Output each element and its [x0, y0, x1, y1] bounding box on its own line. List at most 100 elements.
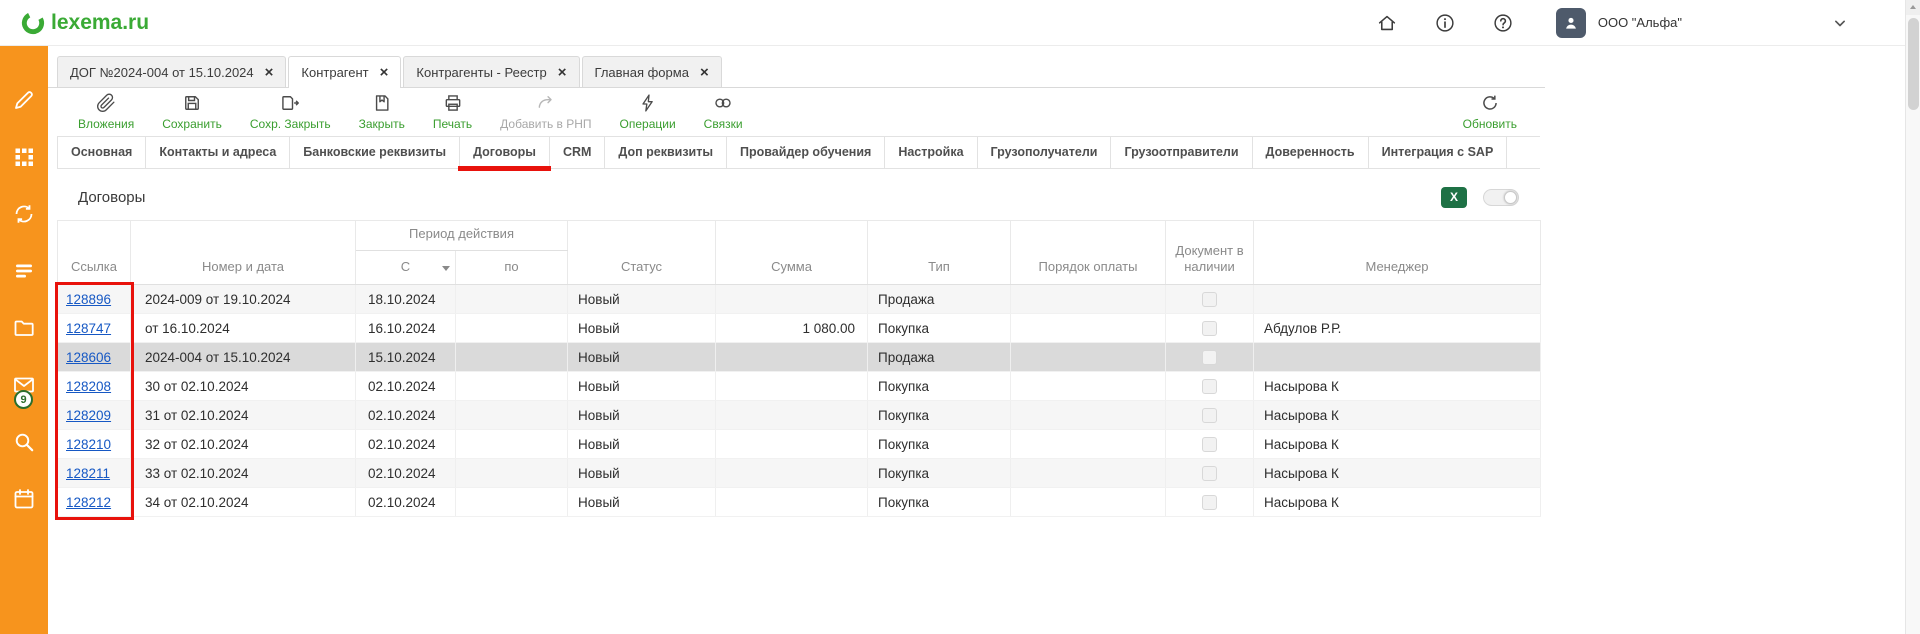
tab-close-icon[interactable]: × — [265, 65, 274, 80]
table-settings-toggle[interactable] — [1483, 189, 1519, 206]
sidebar-item-reports[interactable] — [12, 259, 36, 283]
column-header-type[interactable]: Тип — [868, 221, 1011, 285]
subtab[interactable]: Доп реквизиты — [605, 137, 727, 168]
contract-link[interactable]: 128210 — [66, 437, 111, 452]
contract-link[interactable]: 128747 — [66, 321, 111, 336]
toolbar-button-add-to-rnp[interactable]: Добавить в РНП — [486, 93, 605, 131]
sidebar-item-search[interactable] — [12, 430, 36, 454]
tab-close-icon[interactable]: × — [558, 65, 567, 80]
column-header-manager[interactable]: Менеджер — [1254, 221, 1541, 285]
close-doc-icon — [372, 93, 392, 113]
toolbar-button-refresh[interactable]: Обновить — [1449, 93, 1531, 131]
toolbar-button-label: Печать — [433, 117, 472, 131]
doc-available-checkbox[interactable] — [1202, 466, 1217, 481]
column-header-doc-available[interactable]: Документ в наличии — [1166, 221, 1254, 285]
contract-link[interactable]: 128209 — [66, 408, 111, 423]
subtab[interactable]: Настройка — [885, 137, 977, 168]
lexema-logo[interactable]: lexema.ru — [20, 10, 149, 36]
toolbar-button-operations[interactable]: Операции — [606, 93, 690, 131]
document-tab[interactable]: ДОГ №2024-004 от 15.10.2024× — [57, 56, 286, 87]
avatar[interactable] — [1556, 8, 1586, 38]
doc-available-checkbox[interactable] — [1202, 437, 1217, 452]
info-icon[interactable] — [1434, 12, 1456, 34]
cell-number: 31 от 02.10.2024 — [131, 401, 356, 430]
toolbar-button-links[interactable]: Связки — [690, 93, 757, 131]
subtab[interactable]: Грузоотправители — [1111, 137, 1252, 168]
doc-available-checkbox[interactable] — [1202, 408, 1217, 423]
scrollbar-thumb[interactable] — [1908, 18, 1919, 110]
document-tab[interactable]: Контрагенты - Реестр× — [403, 56, 579, 87]
subtab[interactable]: Договоры — [460, 137, 550, 168]
sidebar-item-mail[interactable]: 9 — [12, 373, 36, 397]
subtab[interactable]: Доверенность — [1253, 137, 1369, 168]
subtab[interactable]: Интеграция с SAP — [1369, 137, 1508, 168]
toolbar-button-close[interactable]: Закрыть — [345, 93, 419, 131]
table-row[interactable]: 1286062024-004 от 15.10.202415.10.2024Но… — [58, 343, 1541, 372]
user-icon — [1562, 14, 1580, 32]
contracts-section-header: Договоры X — [48, 169, 1545, 220]
table-row[interactable]: 12820830 от 02.10.202402.10.2024НовыйПок… — [58, 372, 1541, 401]
help-icon[interactable] — [1492, 12, 1514, 34]
sidebar-item-edit[interactable] — [12, 88, 36, 112]
doc-available-checkbox[interactable] — [1202, 495, 1217, 510]
chevron-down-icon[interactable] — [1830, 13, 1850, 33]
sidebar-item-documents[interactable] — [12, 316, 36, 340]
table-row[interactable]: 12821234 от 02.10.202402.10.2024НовыйПок… — [58, 488, 1541, 517]
toolbar-button-attachments[interactable]: Вложения — [64, 93, 148, 131]
cell-status: Новый — [568, 401, 716, 430]
tab-bar: ДОГ №2024-004 от 15.10.2024×Контрагент×К… — [48, 46, 1545, 88]
export-excel-button[interactable]: X — [1441, 187, 1467, 208]
column-header-link[interactable]: Ссылка — [58, 221, 131, 285]
column-header-payment-order[interactable]: Порядок оплаты — [1011, 221, 1166, 285]
table-row[interactable]: 12821032 от 02.10.202402.10.2024НовыйПок… — [58, 430, 1541, 459]
table-row[interactable]: 12820931 от 02.10.202402.10.2024НовыйПок… — [58, 401, 1541, 430]
subtab[interactable]: Банковские реквизиты — [290, 137, 460, 168]
toolbar-button-print[interactable]: Печать — [419, 93, 486, 131]
date-from-label: С — [401, 259, 410, 274]
cell-status: Новый — [568, 314, 716, 343]
doc-available-checkbox[interactable] — [1202, 292, 1217, 307]
section-title: Договоры — [78, 189, 145, 206]
toolbar: ВложенияСохранитьСохр. ЗакрытьЗакрыть Печ… — [48, 88, 1545, 136]
column-header-status[interactable]: Статус — [568, 221, 716, 285]
column-header-number[interactable]: Номер и дата — [131, 221, 356, 285]
tab-close-icon[interactable]: × — [700, 65, 709, 80]
subtab[interactable]: Основная — [58, 137, 146, 168]
subtab[interactable]: Провайдер обучения — [727, 137, 885, 168]
table-row[interactable]: 1288962024-009 от 19.10.202418.10.2024Но… — [58, 285, 1541, 314]
doc-available-checkbox[interactable] — [1202, 321, 1217, 336]
doc-available-checkbox[interactable] — [1202, 379, 1217, 394]
sidebar-item-modules[interactable] — [12, 145, 36, 169]
scroll-up-arrow-icon[interactable] — [1906, 0, 1920, 15]
home-icon[interactable] — [1376, 12, 1398, 34]
document-tab[interactable]: Главная форма× — [582, 56, 722, 87]
column-header-date-to[interactable]: по — [456, 251, 568, 285]
table-row[interactable]: 12821133 от 02.10.202402.10.2024НовыйПок… — [58, 459, 1541, 488]
contract-link[interactable]: 128896 — [66, 292, 111, 307]
cell-date-from: 18.10.2024 — [356, 285, 456, 314]
sidebar-item-sync[interactable] — [12, 202, 36, 226]
contract-link[interactable]: 128606 — [66, 350, 111, 365]
document-tab[interactable]: Контрагент× — [288, 56, 401, 87]
column-header-date-from[interactable]: С — [356, 251, 456, 285]
contract-link[interactable]: 128211 — [66, 466, 110, 481]
cell-type: Покупка — [868, 314, 1011, 343]
refresh-icon — [1480, 93, 1500, 113]
toolbar-button-save-close[interactable]: Сохр. Закрыть — [236, 93, 345, 131]
contract-link[interactable]: 128212 — [66, 495, 111, 510]
column-header-amount[interactable]: Сумма — [716, 221, 868, 285]
subtab[interactable]: Грузополучатели — [978, 137, 1112, 168]
subtab[interactable]: Контакты и адреса — [146, 137, 290, 168]
edit-icon — [12, 88, 36, 112]
doc-available-checkbox[interactable] — [1202, 350, 1217, 365]
toolbar-button-save[interactable]: Сохранить — [148, 93, 236, 131]
sidebar-item-calendar[interactable] — [12, 487, 36, 511]
cell-amount — [716, 285, 868, 314]
vertical-scrollbar[interactable] — [1905, 0, 1920, 634]
tab-close-icon[interactable]: × — [380, 65, 389, 80]
lexema-logo-icon — [20, 10, 46, 36]
contract-link[interactable]: 128208 — [66, 379, 111, 394]
main-content: ДОГ №2024-004 от 15.10.2024×Контрагент×К… — [48, 46, 1545, 634]
subtab[interactable]: CRM — [550, 137, 605, 168]
table-row[interactable]: 128747от 16.10.202416.10.2024Новый1 080.… — [58, 314, 1541, 343]
